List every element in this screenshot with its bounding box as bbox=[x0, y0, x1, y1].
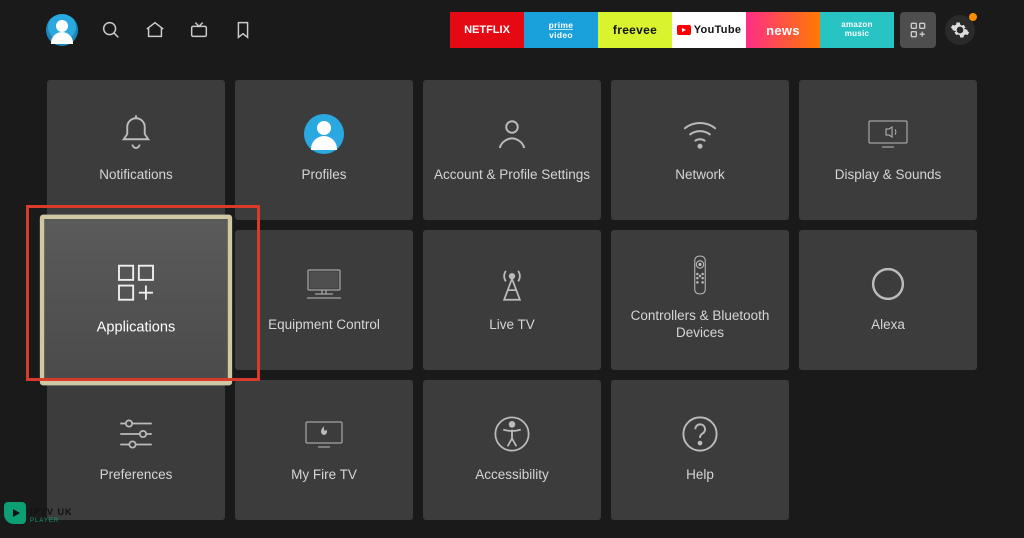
app-tile-netflix[interactable]: NETFLIX bbox=[450, 12, 524, 48]
youtube-play-icon bbox=[677, 25, 691, 35]
tile-label: Network bbox=[675, 167, 725, 184]
person-icon bbox=[491, 113, 533, 155]
app-tile-youtube[interactable]: YouTube bbox=[672, 12, 746, 48]
tile-label: My Fire TV bbox=[291, 467, 357, 484]
settings-gear-icon[interactable] bbox=[942, 12, 978, 48]
tile-accessibility[interactable]: Accessibility bbox=[423, 380, 601, 520]
bell-icon bbox=[115, 113, 157, 155]
firetv-icon bbox=[303, 413, 345, 455]
search-icon[interactable] bbox=[100, 19, 122, 41]
tile-applications[interactable]: Applications bbox=[40, 215, 232, 386]
tile-label: Account & Profile Settings bbox=[434, 167, 590, 184]
watermark-sub: PLAYER bbox=[30, 518, 73, 524]
tile-alexa[interactable]: Alexa bbox=[799, 230, 977, 370]
app-tile-amazon-music[interactable]: amazon music bbox=[820, 12, 894, 48]
antenna-icon bbox=[491, 263, 533, 305]
home-icon[interactable] bbox=[144, 19, 166, 41]
profile-avatar-icon[interactable] bbox=[46, 14, 78, 46]
tile-label: Help bbox=[686, 467, 714, 484]
tile-preferences[interactable]: Preferences bbox=[47, 380, 225, 520]
appstore-icon[interactable] bbox=[900, 12, 936, 48]
profile-icon bbox=[303, 113, 345, 155]
topbar-left-group bbox=[46, 14, 254, 46]
tile-label: Equipment Control bbox=[268, 317, 380, 334]
tile-label: Controllers & Bluetooth Devices bbox=[619, 308, 781, 342]
tile-controllers-bt[interactable]: Controllers & Bluetooth Devices bbox=[611, 230, 789, 370]
tile-label: Alexa bbox=[871, 317, 905, 334]
app-tile-prime-video[interactable]: prime video bbox=[524, 12, 598, 48]
app-tile-news[interactable]: news bbox=[746, 12, 820, 48]
top-bar: NETFLIX prime video freevee YouTube news… bbox=[0, 0, 1024, 60]
bookmark-icon[interactable] bbox=[232, 19, 254, 41]
tile-label: Live TV bbox=[489, 317, 535, 334]
tile-notifications[interactable]: Notifications bbox=[47, 80, 225, 220]
tile-help[interactable]: Help bbox=[611, 380, 789, 520]
tile-profiles[interactable]: Profiles bbox=[235, 80, 413, 220]
watermark-text: IPTV UK bbox=[30, 507, 73, 517]
accessibility-icon bbox=[491, 413, 533, 455]
tile-live-tv[interactable]: Live TV bbox=[423, 230, 601, 370]
topbar-right-group: NETFLIX prime video freevee YouTube news… bbox=[450, 12, 978, 48]
apps-plus-icon bbox=[113, 260, 158, 305]
app-tile-freevee[interactable]: freevee bbox=[598, 12, 672, 48]
sliders-icon bbox=[115, 413, 157, 455]
notification-dot-icon bbox=[969, 13, 977, 21]
tile-network[interactable]: Network bbox=[611, 80, 789, 220]
settings-grid: Notifications Profiles Account & Profile… bbox=[0, 60, 1024, 520]
remote-icon bbox=[679, 254, 721, 296]
watermark: IPTV UK PLAYER bbox=[4, 502, 73, 524]
tile-label: Display & Sounds bbox=[835, 167, 942, 184]
live-icon[interactable] bbox=[188, 19, 210, 41]
tile-label: Preferences bbox=[100, 467, 173, 484]
tile-label: Profiles bbox=[301, 167, 346, 184]
tile-equipment-control[interactable]: Equipment Control bbox=[235, 230, 413, 370]
tile-display-sounds[interactable]: Display & Sounds bbox=[799, 80, 977, 220]
tile-label: Notifications bbox=[99, 167, 173, 184]
tile-label: Applications bbox=[97, 318, 176, 336]
display-sound-icon bbox=[867, 113, 909, 155]
tile-account-profile-settings[interactable]: Account & Profile Settings bbox=[423, 80, 601, 220]
wifi-icon bbox=[679, 113, 721, 155]
watermark-logo-icon bbox=[4, 502, 26, 524]
alexa-ring-icon bbox=[867, 263, 909, 305]
monitor-icon bbox=[303, 263, 345, 305]
tile-my-fire-tv[interactable]: My Fire TV bbox=[235, 380, 413, 520]
help-icon bbox=[679, 413, 721, 455]
tile-label: Accessibility bbox=[475, 467, 549, 484]
